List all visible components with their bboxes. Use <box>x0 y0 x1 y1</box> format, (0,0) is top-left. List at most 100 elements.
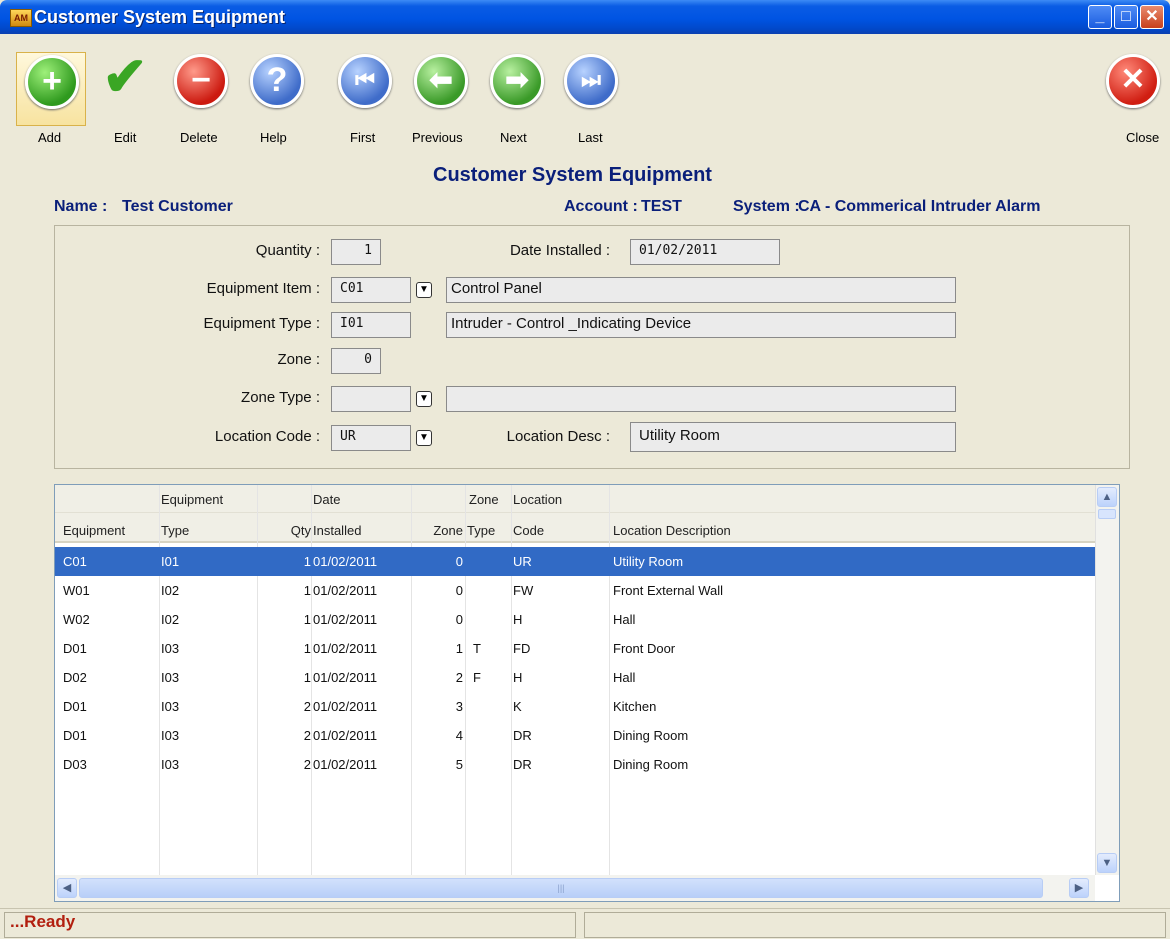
table-cell: 01/02/2011 <box>313 757 378 772</box>
window-close-button[interactable]: ✕ <box>1140 5 1164 29</box>
scroll-left-button[interactable]: ◀ <box>57 878 77 898</box>
table-cell: 0 <box>455 612 463 627</box>
table-row[interactable]: W01 I02 1 01/02/2011 0 FW Front External Wall <box>55 576 1095 605</box>
maximize-icon: □ <box>1121 8 1131 25</box>
chevron-down-icon: ▼ <box>1101 857 1113 869</box>
grid-header-cell[interactable]: Location <box>513 492 562 507</box>
grid-header-cell[interactable]: Type <box>467 523 495 538</box>
equipment-grid[interactable]: Equipment Date Zone Location Equipment Type Qt… <box>54 484 1120 902</box>
table-cell: 2 <box>455 670 463 685</box>
equipment-type-desc-field: Intruder - Control _Indicating Device <box>446 312 956 338</box>
zone-type-label: Zone Type : <box>241 389 320 406</box>
minus-icon: − <box>174 54 228 108</box>
table-cell: Front External Wall <box>613 583 724 598</box>
table-row[interactable]: D01 I03 2 01/02/2011 3 K Kitchen <box>55 692 1095 721</box>
close-button[interactable]: ✕ <box>1098 52 1168 126</box>
table-cell: W02 <box>63 612 90 627</box>
table-cell: 1 <box>303 641 311 656</box>
chevron-down-icon: ▼ <box>419 284 429 295</box>
table-cell: 2 <box>303 699 311 714</box>
status-bar <box>0 908 1170 939</box>
table-cell: D02 <box>63 670 87 685</box>
edit-button[interactable]: ✔ <box>90 50 160 126</box>
table-row[interactable]: D01 I03 1 01/02/2011 1 T FD Front Door <box>55 634 1095 663</box>
location-code-label: Location Code : <box>214 428 320 445</box>
table-cell: Hall <box>613 670 636 685</box>
table-cell: DR <box>513 757 532 772</box>
grid-header-cell[interactable]: Qty <box>259 523 311 538</box>
maximize-button[interactable]: □ <box>1114 5 1138 29</box>
last-button[interactable]: ⏭ <box>556 52 626 126</box>
arrow-left-icon: ⬅ <box>414 54 468 108</box>
location-desc-label: Location Desc : <box>506 428 610 445</box>
zone-type-dropdown[interactable]: ▼ <box>416 391 432 407</box>
table-cell: FW <box>513 583 534 598</box>
system-value: CA - Commerical Intruder Alarm <box>798 198 1041 215</box>
equipment-item-code-field[interactable]: C01 <box>331 277 411 303</box>
horizontal-scrollbar[interactable]: ◀ ||| ▶ <box>55 875 1095 901</box>
vertical-scrollbar[interactable]: ▲ ▼ <box>1095 485 1119 875</box>
table-row[interactable]: C01 I01 1 01/02/2011 0 UR Utility Room <box>55 547 1095 576</box>
table-cell: Kitchen <box>613 699 657 714</box>
plus-icon: + <box>25 55 79 109</box>
table-cell: FD <box>513 641 531 656</box>
grid-header-cell[interactable]: Installed <box>313 523 361 538</box>
grid-header-cell[interactable]: Equipment <box>161 492 223 507</box>
location-code-dropdown[interactable]: ▼ <box>416 430 432 446</box>
grid-header-cell[interactable]: Code <box>513 523 544 538</box>
grid-header-cell[interactable]: Zone <box>469 492 499 507</box>
zone-type-code-field[interactable] <box>331 386 411 412</box>
table-cell: T <box>473 641 481 656</box>
table-cell: 1 <box>303 583 311 598</box>
table-cell: UR <box>513 554 532 569</box>
page-title: Customer System Equipment <box>433 164 712 186</box>
skip-back-icon: ⏮ <box>338 54 392 108</box>
next-label: Next <box>500 130 527 145</box>
table-cell: 3 <box>455 699 463 714</box>
location-code-field[interactable]: UR <box>331 425 411 451</box>
help-button[interactable]: ? <box>242 52 312 126</box>
add-button[interactable]: + <box>16 52 86 126</box>
quantity-field[interactable]: 1 <box>331 239 381 265</box>
table-cell: 01/02/2011 <box>313 641 378 656</box>
next-button[interactable]: ➡ <box>482 52 552 126</box>
table-cell: 01/02/2011 <box>313 670 378 685</box>
table-cell: K <box>513 699 522 714</box>
table-row[interactable]: D03 I03 2 01/02/2011 5 DR Dining Room <box>55 750 1095 779</box>
grid-header-cell[interactable]: Date <box>313 492 340 507</box>
delete-button[interactable]: − <box>166 52 236 126</box>
table-cell: Utility Room <box>613 554 684 569</box>
table-row[interactable]: W02 I02 1 01/02/2011 0 H Hall <box>55 605 1095 634</box>
table-cell: 0 <box>455 583 463 598</box>
table-row[interactable]: D01 I03 2 01/02/2011 4 DR Dining Room <box>55 721 1095 750</box>
scroll-down-button[interactable]: ▼ <box>1097 853 1117 873</box>
scroll-up-button[interactable]: ▲ <box>1097 487 1117 507</box>
minimize-button[interactable]: _ <box>1088 5 1112 29</box>
minimize-icon: _ <box>1095 8 1105 25</box>
grid-header-cell[interactable]: Equipment <box>63 523 125 538</box>
zone-field[interactable]: 0 <box>331 348 381 374</box>
system-label: System : <box>733 198 800 215</box>
table-cell: D01 <box>63 641 87 656</box>
equipment-item-desc-field: Control Panel <box>446 277 956 303</box>
horizontal-scroll-thumb[interactable]: ||| <box>79 878 1043 898</box>
equipment-item-dropdown[interactable]: ▼ <box>416 282 432 298</box>
delete-label: Delete <box>180 130 218 145</box>
scroll-right-button[interactable]: ▶ <box>1069 878 1089 898</box>
add-label: Add <box>38 130 62 145</box>
table-cell: Hall <box>613 612 636 627</box>
table-cell: I02 <box>161 583 180 598</box>
scroll-thumb[interactable] <box>1098 509 1116 519</box>
equipment-type-code-field[interactable]: I01 <box>331 312 411 338</box>
grid-header-cell[interactable]: Location Description <box>613 523 731 538</box>
previous-button[interactable]: ⬅ <box>406 52 476 126</box>
grid-header-cell[interactable]: Type <box>161 523 189 538</box>
table-row[interactable]: D02 I03 1 01/02/2011 2 F H Hall <box>55 663 1095 692</box>
first-button[interactable]: ⏮ <box>330 52 400 126</box>
last-label: Last <box>578 130 603 145</box>
location-desc-field[interactable]: Utility Room <box>630 422 956 452</box>
date-installed-field[interactable]: 01/02/2011 <box>630 239 780 265</box>
table-cell: 1 <box>303 612 311 627</box>
table-cell: Dining Room <box>613 728 689 743</box>
grid-header-cell[interactable]: Zone <box>413 523 463 538</box>
